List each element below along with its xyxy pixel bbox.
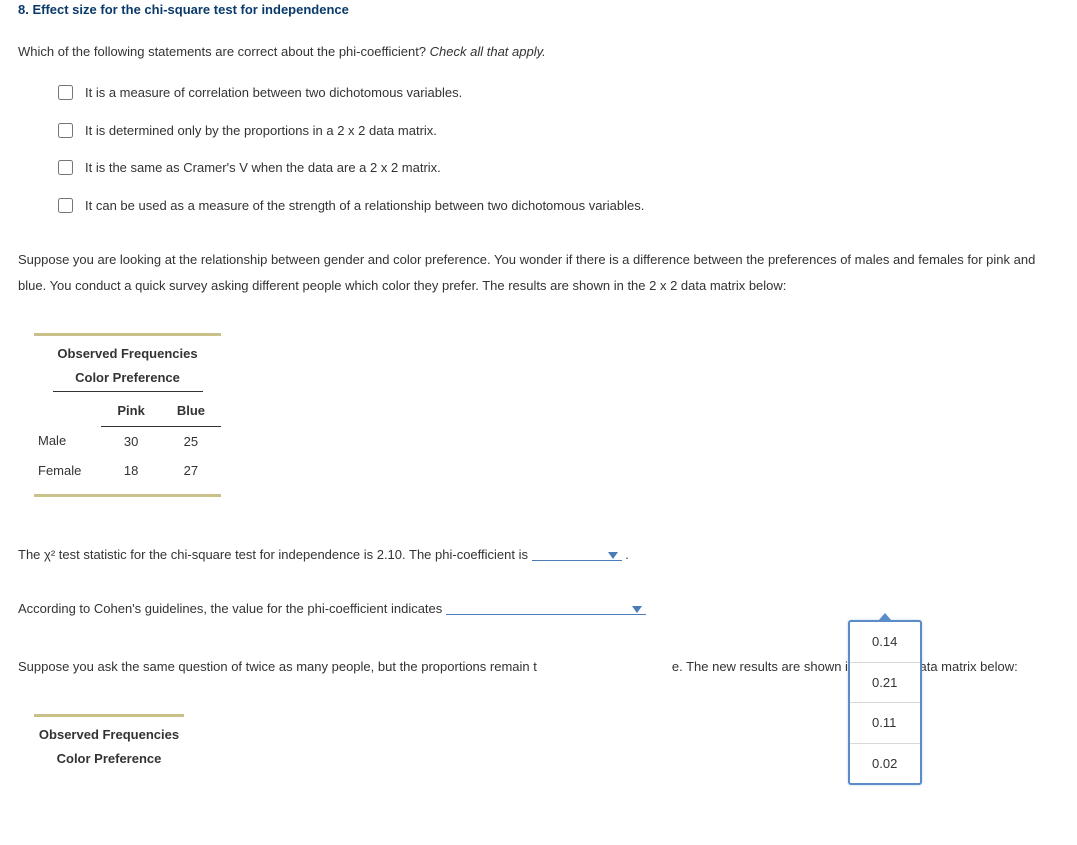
observed-frequencies-table-1: Observed Frequencies Color Preference Pi… <box>34 333 221 497</box>
empty-header <box>34 396 101 426</box>
freq-title: Observed Frequencies <box>34 725 184 745</box>
option-checkbox-1[interactable] <box>58 85 73 100</box>
effect-size-dropdown-blank[interactable] <box>446 599 646 615</box>
option-row: It is the same as Cramer's V when the da… <box>58 158 1059 178</box>
option-label: It is the same as Cramer's V when the da… <box>85 158 441 178</box>
cell: 30 <box>101 426 160 456</box>
col-header: Blue <box>161 396 221 426</box>
phi-dropdown-blank[interactable] <box>532 545 622 561</box>
caret-down-icon <box>632 606 642 613</box>
freq-subtitle: Color Preference <box>53 368 203 393</box>
dropdown-option[interactable]: 0.21 <box>850 663 920 704</box>
option-row: It is a measure of correlation between t… <box>58 83 1059 103</box>
dropdown-arrow-icon <box>878 613 892 621</box>
row-label: Male <box>34 426 101 456</box>
freq-title: Observed Frequencies <box>34 344 221 364</box>
option-checkbox-2[interactable] <box>58 123 73 138</box>
cell: 27 <box>161 456 221 486</box>
option-label: It can be used as a measure of the stren… <box>85 196 644 216</box>
option-checkbox-4[interactable] <box>58 198 73 213</box>
freq-table: Pink Blue Male 30 25 Female 18 27 <box>34 396 221 486</box>
tail-text: . <box>622 547 629 562</box>
observed-frequencies-table-2: Observed Frequencies Color Preference <box>34 714 184 768</box>
caret-down-icon <box>608 552 618 559</box>
phi-value-dropdown: 0.14 0.21 0.11 0.02 <box>848 620 922 785</box>
dropdown-option[interactable]: 0.11 <box>850 703 920 744</box>
prompt-text: Which of the following statements are co… <box>18 44 430 59</box>
option-label: It is determined only by the proportions… <box>85 121 437 141</box>
freq-subtitle: Color Preference <box>34 749 184 769</box>
twice-text-a: Suppose you ask the same question of twi… <box>18 659 537 674</box>
row-label: Female <box>34 456 101 486</box>
checkbox-options: It is a measure of correlation between t… <box>58 83 1059 215</box>
chi-square-line: The χ² test statistic for the chi-square… <box>18 545 1059 566</box>
option-row: It can be used as a measure of the stren… <box>58 196 1059 216</box>
chi-square-text: The χ² test statistic for the chi-square… <box>18 547 532 562</box>
option-checkbox-3[interactable] <box>58 160 73 175</box>
cell: 18 <box>101 456 160 486</box>
question-prompt: Which of the following statements are co… <box>18 42 1059 62</box>
dropdown-option[interactable]: 0.14 <box>850 622 920 663</box>
scenario-text: Suppose you are looking at the relations… <box>18 247 1059 299</box>
question-title: 8. Effect size for the chi-square test f… <box>18 0 1059 20</box>
cohen-line: According to Cohen's guidelines, the val… <box>18 599 1059 620</box>
cell: 25 <box>161 426 221 456</box>
table-row: Female 18 27 <box>34 456 221 486</box>
dropdown-option[interactable]: 0.02 <box>850 744 920 784</box>
prompt-hint: Check all that apply. <box>430 44 546 59</box>
option-row: It is determined only by the proportions… <box>58 121 1059 141</box>
col-header: Pink <box>101 396 160 426</box>
twice-text-b: e. The new results are shown in the 2 x … <box>672 659 1018 674</box>
option-label: It is a measure of correlation between t… <box>85 83 462 103</box>
table-row: Male 30 25 <box>34 426 221 456</box>
cohen-text: According to Cohen's guidelines, the val… <box>18 601 446 616</box>
